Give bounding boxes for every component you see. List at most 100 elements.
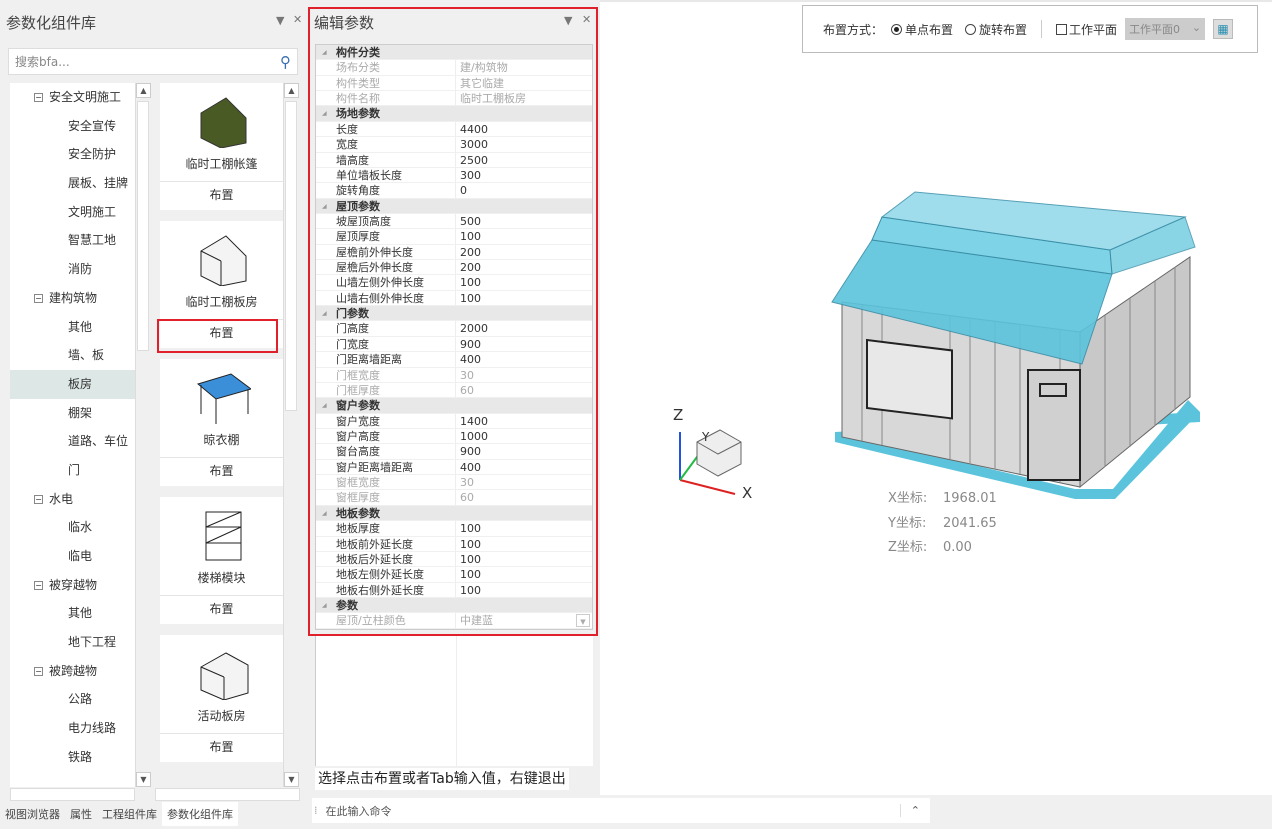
tree-item-label: 被跨越物 [49, 663, 98, 678]
component-cards: 临时工棚帐篷 布置 临时工棚板房 布置 晾衣棚 布置 楼梯模块 布置 活动板房 布置 [155, 83, 283, 787]
tree-item[interactable]: − 建构筑物 [10, 284, 135, 313]
mode-label: 布置方式： [823, 22, 884, 37]
tree-item[interactable]: − 水电 [10, 485, 135, 514]
tree-item[interactable]: 临水 [10, 513, 135, 542]
tree-item[interactable]: 安全宣传 [10, 112, 135, 141]
tree-item[interactable]: 地下工程 [10, 628, 135, 657]
tree-item[interactable]: 其他 [10, 313, 135, 342]
highlight-box [308, 7, 598, 636]
panel-tab[interactable]: 属性 [65, 802, 97, 826]
cards-scrollbar[interactable]: ▲ ▼ [283, 83, 299, 787]
3d-viewport[interactable]: Z Y X X坐标: 1968.01 Y坐标: 2041.65 Z坐标: 0.00 [600, 0, 1272, 795]
coordinate-row: Z坐标: 0.00 [888, 540, 972, 555]
tree-item-label: 安全文明施工 [49, 90, 122, 104]
panel-title: 参数化组件库 [6, 14, 97, 32]
tree-item[interactable]: 公路 [10, 685, 135, 714]
place-button[interactable]: 布置 [160, 595, 283, 622]
scroll-up-icon[interactable]: ▲ [136, 83, 151, 98]
tree-item-label: 智慧工地 [68, 233, 117, 248]
tree-item-label: 其他 [68, 319, 93, 334]
tree-hscrollbar[interactable] [10, 788, 135, 801]
workplane-checkbox[interactable]: 工作平面 [1056, 21, 1117, 38]
coordinate-row: Y坐标: 2041.65 [888, 515, 997, 531]
tree-item[interactable]: − 被穿越物 [10, 571, 135, 600]
scroll-down-icon[interactable]: ▼ [284, 772, 299, 787]
tree-scrollbar[interactable]: ▲ ▼ [135, 83, 151, 787]
scroll-thumb[interactable] [137, 101, 149, 351]
tree-item[interactable]: 棚架 [10, 399, 135, 428]
component-label: 晾衣棚 [203, 433, 240, 447]
tree-item-label: 消防 [68, 262, 93, 277]
component-card[interactable]: 晾衣棚 布置 [160, 359, 283, 486]
tree-item[interactable]: − 安全文明施工 [10, 83, 135, 112]
radio-single[interactable]: 单点布置 [891, 21, 953, 38]
tree-item-label: 被穿越物 [49, 577, 98, 592]
place-button[interactable]: 布置 [160, 457, 283, 484]
component-label: 临时工棚板房 [185, 295, 258, 309]
search-placeholder: 搜索bfa... [15, 55, 70, 69]
collapse-icon[interactable]: − [34, 293, 43, 303]
tree-item-label: 展板、挂牌 [68, 176, 129, 191]
collapse-icon[interactable]: − [34, 93, 43, 102]
tree-item[interactable]: 道路、车位 [10, 427, 135, 456]
tree-item[interactable]: 文明施工 [10, 198, 135, 227]
scroll-thumb[interactable] [285, 101, 297, 411]
collapse-icon[interactable]: − [34, 580, 43, 590]
tree-item-label: 门 [68, 462, 81, 477]
panel-menu-icon[interactable]: ▼ [276, 14, 284, 27]
scroll-down-icon[interactable]: ▼ [136, 772, 151, 787]
scroll-up-icon[interactable]: ▲ [284, 83, 299, 98]
house-model[interactable] [600, 2, 1272, 797]
expand-icon[interactable]: ⌃ [899, 804, 930, 817]
tree-item[interactable]: 铁路 [10, 743, 135, 772]
radio-rotate[interactable]: 旋转布置 [965, 21, 1027, 38]
tree-item[interactable]: 临电 [10, 542, 135, 571]
tree-item[interactable]: 其他 [10, 599, 135, 628]
workplane-grid-icon[interactable]: ▦ [1213, 19, 1234, 39]
coordinate-readout: X坐标: 1968.01 Y坐标: 2041.65 Z坐标: 0.00 [888, 487, 997, 561]
collapse-icon[interactable]: − [34, 494, 43, 504]
component-card[interactable]: 活动板房 布置 [160, 635, 283, 762]
place-button[interactable]: 布置 [160, 733, 283, 760]
tree-item-label: 铁路 [68, 749, 93, 764]
collapse-icon[interactable]: − [34, 666, 43, 676]
tree-item-label: 临电 [68, 549, 93, 563]
tree-item-label: 墙、板 [68, 348, 105, 363]
category-tree: − 安全文明施工 安全宣传 安全防护 展板、挂牌 文明施工 智慧工地 消防 − 建构筑物 其他 墙、板… [10, 83, 135, 787]
door [1027, 369, 1081, 481]
tree-item[interactable]: 消防 [10, 255, 135, 284]
workplane-select[interactable]: 工作平面0 ⌄ [1125, 18, 1206, 40]
tree-item[interactable]: 展板、挂牌 [10, 169, 135, 198]
panel-tabs: 视图浏览器 属性 工程组件库 参数化组件库 [0, 802, 238, 826]
component-label: 楼梯模块 [197, 571, 246, 585]
search-icon[interactable]: ⚲ [280, 53, 291, 71]
place-button[interactable]: 布置 [160, 181, 283, 208]
tree-item[interactable]: 板房 [10, 369, 135, 399]
axis-z-label: Z [673, 406, 684, 424]
tree-item[interactable]: 智慧工地 [10, 226, 135, 255]
tree-item[interactable]: 门 [10, 456, 135, 485]
panel-tab[interactable]: 工程组件库 [97, 802, 162, 826]
panel-close-icon[interactable]: ✕ [293, 13, 302, 26]
tree-item-label: 板房 [68, 376, 93, 391]
tree-item-label: 水电 [49, 491, 74, 506]
tree-item[interactable]: 墙、板 [10, 341, 135, 370]
tree-item-label: 其他 [68, 606, 93, 621]
component-card[interactable]: 临时工棚帐篷 布置 [160, 83, 283, 210]
tree-item-label: 道路、车位 [68, 434, 129, 449]
panel-tab[interactable]: 参数化组件库 [162, 802, 238, 826]
tree-item[interactable]: − 被跨越物 [10, 657, 135, 686]
cards-hscrollbar[interactable] [155, 788, 300, 801]
search-input[interactable]: 搜索bfa... ⚲ [8, 48, 298, 75]
tree-item[interactable]: 电力线路 [10, 714, 135, 743]
placement-toolbar: 布置方式： 单点布置 旋转布置 工作平面 工作平面0 ⌄ ▦ [802, 5, 1258, 53]
command-input[interactable]: ⁞ 在此输入命令 ⌃ [312, 798, 930, 823]
window [866, 338, 953, 420]
tree-item-label: 公路 [68, 692, 93, 707]
component-label: 活动板房 [197, 709, 246, 723]
tree-item-label: 安全宣传 [68, 118, 117, 133]
panel-tab[interactable]: 视图浏览器 [0, 802, 65, 826]
tree-item[interactable]: 安全防护 [10, 140, 135, 169]
axis-x-label: X [742, 484, 753, 502]
component-card[interactable]: 楼梯模块 布置 [160, 497, 283, 624]
